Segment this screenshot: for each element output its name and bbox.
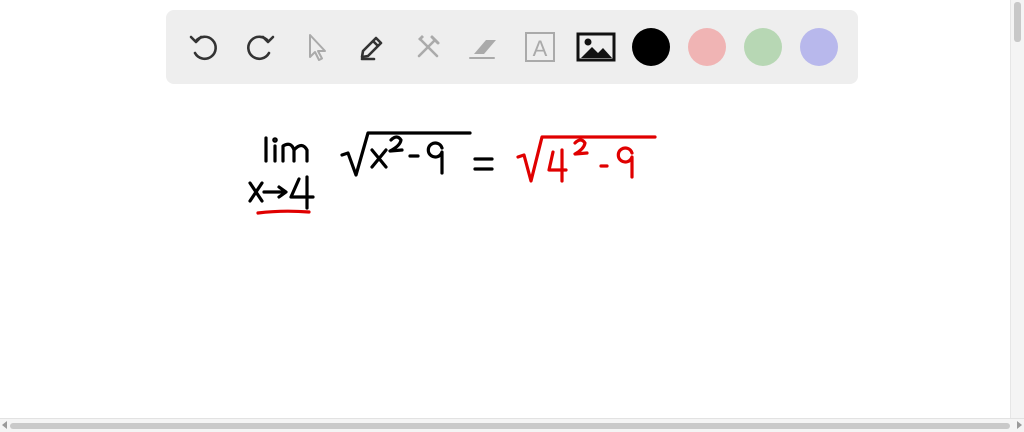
redo-icon xyxy=(247,35,275,61)
handwriting-black xyxy=(248,131,494,210)
pen-button[interactable] xyxy=(352,27,392,67)
select-pointer-icon xyxy=(309,34,326,61)
horizontal-scroll-thumb[interactable] xyxy=(10,423,1010,429)
undo-button[interactable] xyxy=(184,27,224,67)
text-button[interactable]: A xyxy=(520,27,560,67)
eraser-button[interactable] xyxy=(464,27,504,67)
scroll-left-arrow-icon[interactable] xyxy=(2,421,7,429)
text-icon: A xyxy=(525,32,555,62)
redo-button[interactable] xyxy=(240,27,280,67)
pencil-icon xyxy=(360,36,383,61)
drawing-canvas[interactable]: lim x→4 √(x² − 9) = √(4² − 9) xyxy=(0,95,1010,417)
color-swatch-black[interactable] xyxy=(632,28,670,66)
handwriting-red xyxy=(256,135,657,215)
image-button[interactable] xyxy=(576,27,616,67)
vertical-scrollbar[interactable] xyxy=(1010,0,1024,418)
color-swatch-blue[interactable] xyxy=(800,28,838,66)
svg-text:A: A xyxy=(533,36,548,61)
tools-icon xyxy=(417,35,440,58)
image-icon xyxy=(576,32,616,62)
eraser-icon xyxy=(469,40,496,59)
undo-icon xyxy=(189,35,217,61)
whiteboard-app: A lim x→4 √(x² − 9) = √(4² − 9) xyxy=(0,0,1024,432)
scroll-right-arrow-icon[interactable] xyxy=(1017,421,1022,429)
vertical-scroll-thumb[interactable] xyxy=(1014,2,1021,42)
color-swatch-red[interactable] xyxy=(688,28,726,66)
horizontal-scrollbar[interactable] xyxy=(0,418,1024,432)
color-swatch-green[interactable] xyxy=(744,28,782,66)
toolbar: A xyxy=(166,10,858,84)
tools-button[interactable] xyxy=(408,27,448,67)
select-button[interactable] xyxy=(296,27,336,67)
handwriting-svg xyxy=(248,131,657,215)
